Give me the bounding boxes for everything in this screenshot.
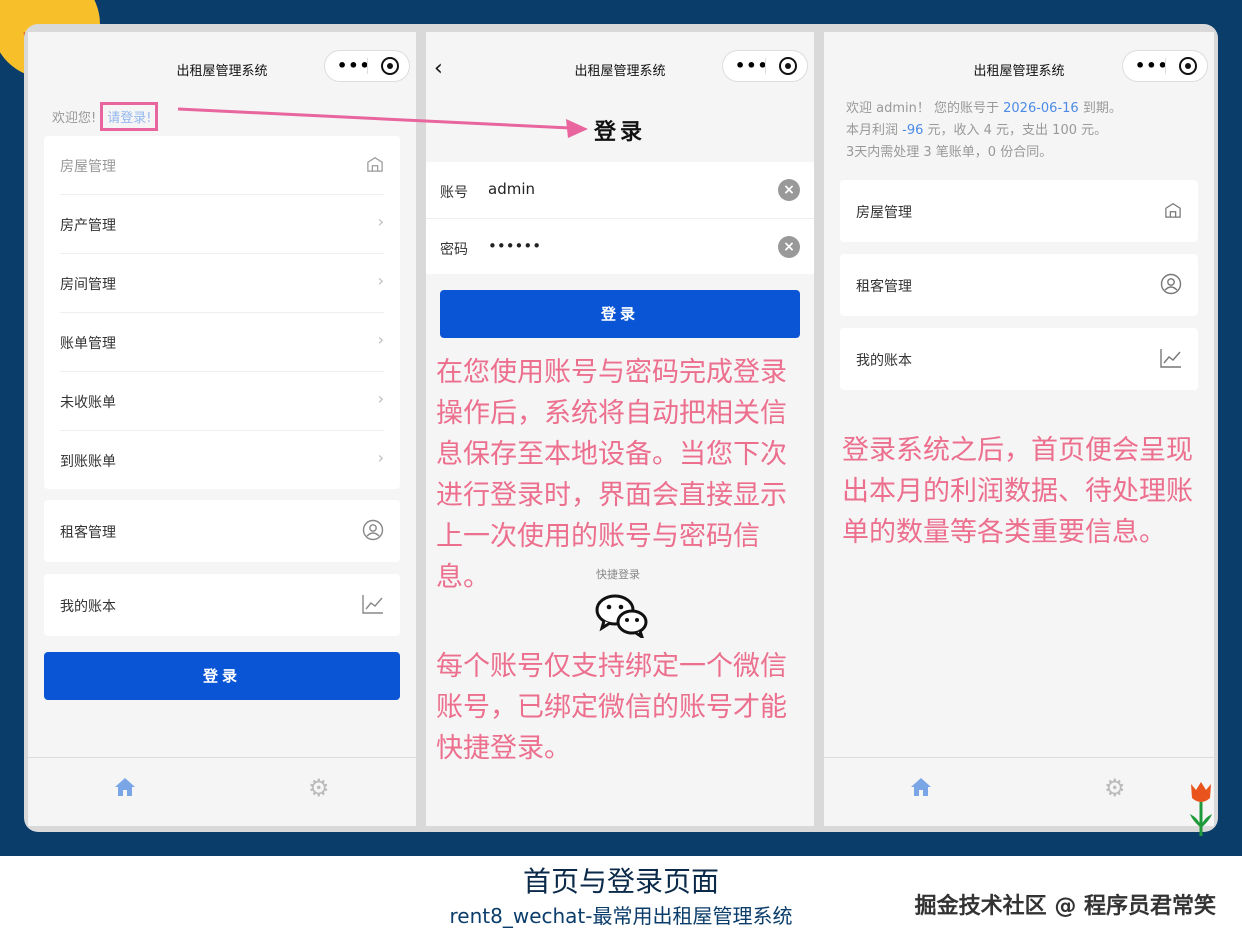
watermark-credit: 掘金技术社区 @ 程序员君常笑 bbox=[914, 894, 1216, 919]
flow-arrow bbox=[177, 107, 588, 138]
tulip-decoration bbox=[1190, 782, 1212, 836]
